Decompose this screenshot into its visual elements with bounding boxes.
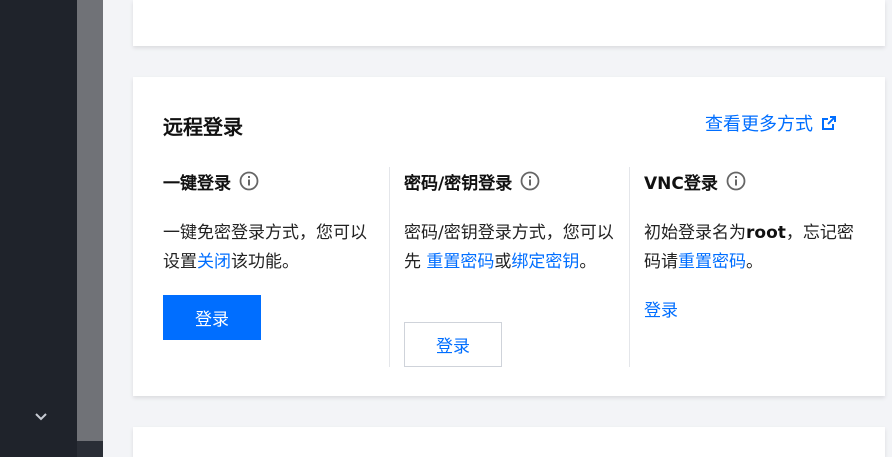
password-key-login-header: 密码/密钥登录 <box>404 167 614 195</box>
description-text: 。 <box>746 252 763 272</box>
one-click-login-button[interactable]: 登录 <box>163 295 261 340</box>
vnc-login-section: VNC登录 初始登录名为root，忘记密码请重置密码。 登录 <box>644 167 854 367</box>
vnc-login-link[interactable]: 登录 <box>644 296 678 321</box>
column-divider <box>389 167 390 367</box>
bind-key-link[interactable]: 绑定密钥 <box>511 252 579 272</box>
top-card <box>133 0 885 46</box>
sidebar <box>0 0 77 457</box>
remote-login-title: 远程登录 <box>163 115 243 139</box>
default-username: root <box>746 223 786 243</box>
info-icon[interactable] <box>520 171 540 191</box>
one-click-login-section: 一键登录 一键免密登录方式，您可以设置关闭该功能。 登录 <box>163 167 373 367</box>
description-text: 该功能。 <box>231 252 299 272</box>
password-key-login-button[interactable]: 登录 <box>404 322 502 367</box>
reset-password-link[interactable]: 重置密码 <box>678 252 746 272</box>
remote-login-card: 远程登录 查看更多方式 一键登录 一键免密登录方式，您可以设置关闭该功能。 登录… <box>133 77 885 396</box>
view-more-methods-link[interactable]: 查看更多方式 <box>705 110 837 136</box>
disable-feature-link[interactable]: 关闭 <box>197 252 231 272</box>
sidebar-collapse-toggle[interactable] <box>28 404 54 430</box>
description-text: 或 <box>494 252 512 272</box>
sidebar-scrollbar[interactable] <box>77 0 103 441</box>
bottom-card <box>133 427 885 457</box>
vnc-login-title: VNC登录 <box>644 173 718 194</box>
password-key-login-section: 密码/密钥登录 密码/密钥登录方式，您可以先 重置密码或绑定密钥。 登录 <box>404 167 614 367</box>
one-click-login-title: 一键登录 <box>163 173 231 194</box>
chevron-down-icon <box>35 413 47 421</box>
vnc-login-header: VNC登录 <box>644 167 854 195</box>
one-click-login-description: 一键免密登录方式，您可以设置关闭该功能。 <box>163 219 373 277</box>
description-text: 初始登录名为 <box>644 223 746 243</box>
password-key-login-description: 密码/密钥登录方式，您可以先 重置密码或绑定密钥。 <box>404 219 614 277</box>
info-icon[interactable] <box>239 171 259 191</box>
one-click-login-header: 一键登录 <box>163 167 373 195</box>
external-link-icon <box>822 116 836 130</box>
column-divider <box>629 167 630 367</box>
page: 远程登录 查看更多方式 一键登录 一键免密登录方式，您可以设置关闭该功能。 登录… <box>0 0 892 457</box>
reset-password-link[interactable]: 重置密码 <box>426 252 494 272</box>
vnc-login-description: 初始登录名为root，忘记密码请重置密码。 <box>644 219 854 277</box>
password-key-login-title: 密码/密钥登录 <box>404 173 513 194</box>
main-content: 远程登录 查看更多方式 一键登录 一键免密登录方式，您可以设置关闭该功能。 登录… <box>103 0 892 457</box>
info-icon[interactable] <box>726 171 746 191</box>
sidebar-bottom-strip <box>77 441 103 457</box>
view-more-methods-label: 查看更多方式 <box>705 114 813 135</box>
description-text: 。 <box>579 252 597 272</box>
